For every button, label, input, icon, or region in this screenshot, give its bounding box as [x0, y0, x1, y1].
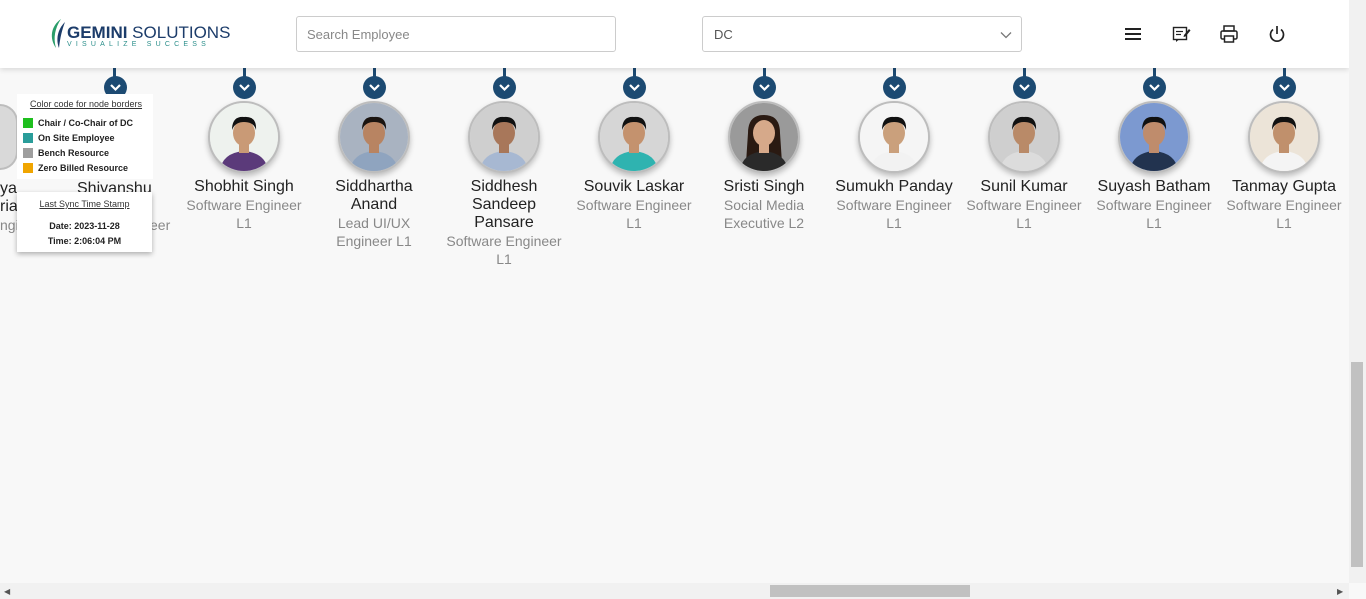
expand-chevron-icon[interactable]: [493, 76, 516, 99]
color-swatch: [23, 162, 33, 173]
sync-title: Last Sync Time Stamp: [39, 199, 130, 209]
horizontal-scroll-thumb[interactable]: [770, 585, 970, 597]
employee-avatar[interactable]: [728, 101, 800, 173]
employee-role: Social Media Executive L2: [723, 197, 805, 231]
employee-avatar[interactable]: [468, 101, 540, 173]
chevron-down-icon: [1000, 32, 1012, 39]
color-swatch: [23, 117, 33, 128]
employee-avatar[interactable]: [338, 101, 410, 173]
employee-role: Software Engineer L1: [186, 197, 302, 231]
dc-select-value: DC: [714, 27, 733, 42]
employee-role: Software Engineer L1: [836, 197, 952, 231]
employee-role: Software Engineer L1: [1226, 197, 1342, 231]
legend-label: Bench Resource: [38, 147, 110, 158]
employee-avatar[interactable]: [1248, 101, 1320, 173]
legend-title: Color code for node borders: [29, 99, 143, 109]
expand-chevron-icon[interactable]: [1273, 76, 1296, 99]
employee-role: Software Engineer L1: [1096, 197, 1212, 231]
color-swatch: [23, 132, 33, 143]
employee-name: Tanmay Gupta: [1231, 178, 1337, 195]
gemini-logo[interactable]: GEMINI SOLUTIONS VISUALIZE SUCCESS: [47, 17, 230, 51]
employee-name: Suyash Batham: [1097, 178, 1211, 195]
employee-role: Software Engineer L1: [576, 197, 692, 231]
sync-date: Date: 2023-11-28: [49, 221, 120, 231]
employee-role: Software Engineer L1: [966, 197, 1082, 231]
employee-name: Shobhit Singh: [194, 178, 294, 195]
expand-chevron-icon[interactable]: [883, 76, 906, 99]
expand-chevron-icon[interactable]: [1143, 76, 1166, 99]
menu-icon[interactable]: [1122, 23, 1144, 45]
logo-tagline: VISUALIZE SUCCESS: [67, 41, 210, 48]
scroll-left-arrow-icon[interactable]: ◀: [4, 587, 10, 596]
legend-item-onsite: On Site Employee: [23, 130, 149, 145]
employee-avatar[interactable]: [858, 101, 930, 173]
dc-select[interactable]: DC: [702, 16, 1022, 52]
employee-role: eer: [150, 217, 171, 233]
scroll-right-arrow-icon[interactable]: ▶: [1337, 587, 1343, 596]
vertical-scroll-thumb[interactable]: [1351, 362, 1363, 567]
employee-avatar[interactable]: [208, 101, 280, 173]
horizontal-scrollbar[interactable]: [0, 583, 1349, 599]
employee-role: Lead UI/UX Engineer L1: [336, 215, 412, 249]
employee-name: Sristi Singh: [723, 178, 805, 195]
expand-chevron-icon[interactable]: [753, 76, 776, 99]
org-chart-canvas[interactable]: ya ria ngi Shivanshu eer Shobhit Singh So…: [0, 0, 1349, 583]
last-sync-card: Last Sync Time Stamp Date: 2023-11-28 Ti…: [17, 192, 152, 252]
legend-item-chair: Chair / Co-Chair of DC: [23, 115, 149, 130]
top-header: GEMINI SOLUTIONS VISUALIZE SUCCESS DC: [0, 0, 1349, 68]
expand-chevron-icon[interactable]: [623, 76, 646, 99]
logo-wordmark: GEMINI SOLUTIONS: [67, 23, 231, 42]
notes-icon[interactable]: [1170, 23, 1192, 45]
employee-name: Sunil Kumar: [980, 178, 1068, 195]
expand-chevron-icon[interactable]: [1013, 76, 1036, 99]
legend-label: Chair / Co-Chair of DC: [38, 117, 134, 128]
legend-item-zero-billed: Zero Billed Resource: [23, 160, 149, 175]
employee-avatar[interactable]: [988, 101, 1060, 173]
sync-time: Time: 2:06:04 PM: [47, 236, 122, 246]
employee-name: ria: [0, 198, 18, 215]
power-icon[interactable]: [1266, 23, 1288, 45]
employee-name: Siddhartha Anand: [335, 178, 413, 213]
search-employee-input[interactable]: [296, 16, 616, 52]
avatar: [0, 104, 18, 170]
expand-chevron-icon[interactable]: [233, 76, 256, 99]
employee-role: ngi: [0, 217, 19, 233]
employee-name: ya: [0, 180, 17, 197]
leaf-logo-icon: [51, 19, 65, 48]
legend-label: On Site Employee: [38, 132, 115, 143]
color-swatch: [23, 147, 33, 158]
print-icon[interactable]: [1218, 23, 1240, 45]
employee-avatar[interactable]: [598, 101, 670, 173]
expand-chevron-icon[interactable]: [363, 76, 386, 99]
border-color-legend: Color code for node borders Chair / Co-C…: [17, 94, 153, 179]
employee-name: Sumukh Panday: [835, 178, 953, 195]
legend-label: Zero Billed Resource: [38, 162, 129, 173]
employee-role: Software Engineer L1: [446, 233, 562, 267]
employee-name: Souvik Laskar: [583, 178, 685, 195]
legend-item-bench: Bench Resource: [23, 145, 149, 160]
employee-name: Siddhesh Sandeep Pansare: [470, 178, 538, 231]
employee-avatar[interactable]: [1118, 101, 1190, 173]
